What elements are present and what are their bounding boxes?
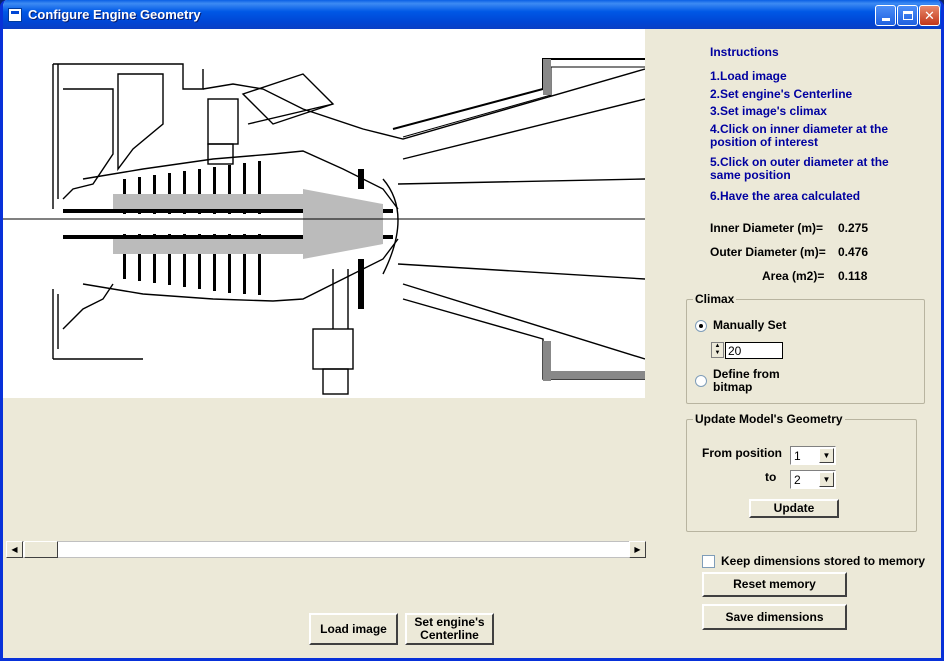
- from-position-value: 1: [794, 449, 801, 463]
- update-button-label: Update: [773, 501, 815, 515]
- climax-value: 20: [728, 344, 742, 358]
- climax-value-input[interactable]: 20: [725, 342, 783, 359]
- update-button[interactable]: Update: [749, 499, 839, 518]
- scroll-right-button[interactable]: ▶: [629, 541, 646, 558]
- area-label: Area (m2)=: [762, 269, 825, 283]
- arrow-left-icon: ◀: [11, 545, 18, 554]
- instructions-heading: Instructions: [710, 45, 779, 59]
- inner-diameter-label: Inner Diameter (m)=: [710, 221, 824, 235]
- reset-memory-label: Reset memory: [733, 577, 816, 591]
- keep-dimensions-checkbox[interactable]: [702, 555, 715, 568]
- app-icon[interactable]: [8, 7, 22, 22]
- climax-frame-title: Climax: [693, 292, 737, 306]
- set-centerline-button[interactable]: Set engine's Centerline: [405, 613, 494, 645]
- climax-frame: Climax Manually Set ▲ ▼ 20 Define from b…: [686, 292, 925, 404]
- instruction-step-4b: position of interest: [710, 135, 818, 149]
- spin-up-icon[interactable]: ▲: [712, 343, 723, 350]
- engine-cross-section-drawing: [3, 58, 645, 395]
- window-title: Configure Engine Geometry: [28, 7, 201, 22]
- load-image-label: Load image: [320, 621, 387, 636]
- set-centerline-label-2: Centerline: [420, 628, 479, 642]
- instruction-step-5b: same position: [710, 168, 791, 182]
- horizontal-scrollbar[interactable]: ◀ ▶: [6, 541, 646, 558]
- to-position-select[interactable]: 2 ▼: [790, 470, 836, 489]
- close-button[interactable]: ✕: [919, 5, 940, 26]
- outer-diameter-value: 0.476: [838, 245, 869, 259]
- define-from-bitmap-radio[interactable]: [695, 375, 707, 387]
- update-geometry-title: Update Model's Geometry: [693, 412, 845, 426]
- from-position-select[interactable]: 1 ▼: [790, 446, 836, 465]
- instruction-step-6: 6.Have the area calculated: [710, 189, 861, 203]
- instruction-step-4a: 4.Click on inner diameter at the: [710, 122, 889, 136]
- to-position-label: to: [765, 470, 777, 484]
- close-icon: ✕: [924, 7, 935, 23]
- update-geometry-frame: Update Model's Geometry From position 1 …: [686, 412, 917, 532]
- manually-set-label: Manually Set: [713, 318, 787, 332]
- to-position-value: 2: [794, 473, 801, 487]
- minimize-button[interactable]: [875, 5, 896, 26]
- engine-image-canvas[interactable]: [3, 29, 645, 398]
- define-from-bitmap-label-2: bitmap: [713, 380, 753, 394]
- maximize-icon: [902, 11, 913, 20]
- instruction-step-1: 1.Load image: [710, 69, 787, 83]
- title-bar[interactable]: Configure Engine Geometry ✕: [3, 0, 941, 29]
- reset-memory-button[interactable]: Reset memory: [702, 572, 847, 597]
- save-dimensions-label: Save dimensions: [725, 609, 824, 624]
- define-from-bitmap-label: Define from bitmap: [713, 368, 780, 394]
- manually-set-radio[interactable]: [695, 320, 707, 332]
- save-dimensions-button[interactable]: Save dimensions: [702, 604, 847, 630]
- instruction-step-2: 2.Set engine's Centerline: [710, 87, 853, 101]
- spin-down-icon[interactable]: ▼: [712, 350, 723, 357]
- inner-diameter-value: 0.275: [838, 221, 869, 235]
- chevron-down-icon[interactable]: ▼: [819, 448, 834, 463]
- climax-spinner[interactable]: ▲ ▼: [711, 342, 724, 358]
- client-area: ◀ ▶ Load image Set engine's Centerline I…: [3, 29, 941, 658]
- instruction-step-5a: 5.Click on outer diameter at the: [710, 155, 889, 169]
- window: Configure Engine Geometry ✕ ◀ ▶ Load ima…: [0, 0, 944, 661]
- keep-dimensions-label: Keep dimensions stored to memory: [721, 554, 926, 568]
- scroll-thumb[interactable]: [24, 541, 58, 558]
- area-value: 0.118: [838, 269, 868, 283]
- arrow-right-icon: ▶: [634, 545, 641, 554]
- minimize-icon: [881, 18, 890, 21]
- from-position-label: From position: [702, 446, 782, 460]
- instruction-step-3: 3.Set image's climax: [710, 104, 827, 118]
- outer-diameter-label: Outer Diameter (m)=: [710, 245, 826, 259]
- scroll-left-button[interactable]: ◀: [6, 541, 23, 558]
- define-from-bitmap-label-1: Define from: [713, 367, 780, 381]
- chevron-down-icon[interactable]: ▼: [819, 472, 834, 487]
- load-image-button[interactable]: Load image: [309, 613, 398, 645]
- maximize-button[interactable]: [897, 5, 918, 26]
